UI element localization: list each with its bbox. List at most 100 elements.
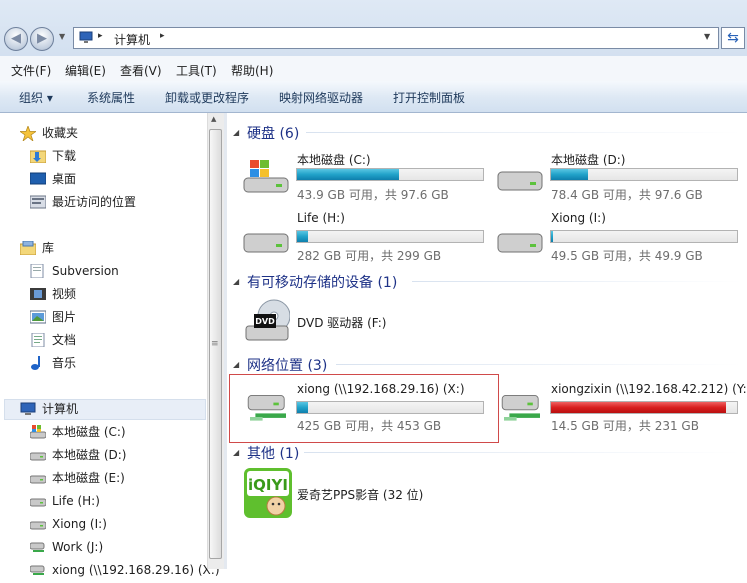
video-icon (30, 287, 46, 301)
drive-i-usage-bar (550, 230, 738, 243)
windows-drive-icon (243, 160, 289, 193)
nav-item-label: 本地磁盘 (E:) (52, 471, 125, 485)
nav-item-label: 本地磁盘 (C:) (52, 425, 126, 439)
recent-pages-dropdown-icon[interactable]: ▼ (59, 32, 65, 41)
nav-libraries[interactable]: 库 (19, 238, 54, 258)
nav-drive-d[interactable]: 本地磁盘 (D:) (29, 445, 127, 465)
nav-item-documents[interactable]: 文档 (31, 330, 76, 350)
dvd-drive-name: DVD 驱动器 (F:) (297, 316, 387, 330)
drive-d-name: 本地磁盘 (D:) (551, 153, 626, 167)
scrollbar-grip-icon: ≡ (211, 339, 219, 349)
menu-file[interactable]: 文件(F) (11, 62, 51, 79)
address-path-label[interactable]: 计算机 (114, 31, 150, 48)
collapse-arrow-icon[interactable]: ◢ (233, 277, 239, 286)
nav-drive-h[interactable]: Life (H:) (29, 491, 100, 511)
nav-item-label: 音乐 (52, 356, 77, 370)
address-bar-region: ◀ ▶ ▼ ▸ 计算机 ▸ ▼ ⇆ (0, 0, 747, 56)
drive-d-usage-bar (550, 168, 738, 181)
drive-h-space-text: 282 GB 可用，共 299 GB (297, 249, 442, 263)
library-icon (19, 240, 37, 256)
nav-drive-e[interactable]: 本地磁盘 (E:) (29, 468, 125, 488)
address-field[interactable]: ▸ 计算机 ▸ ▼ (73, 27, 719, 49)
nav-item-desktop[interactable]: 桌面 (29, 169, 77, 189)
drive-c-name: 本地磁盘 (C:) (297, 153, 371, 167)
nav-item-label: 本地磁盘 (D:) (52, 448, 127, 462)
map-network-drive-button[interactable]: 映射网络驱动器 (279, 89, 363, 106)
menu-bar: 文件(F) 编辑(E) 查看(V) 工具(T) 帮助(H) (0, 56, 747, 81)
nav-item-pictures[interactable]: 图片 (29, 307, 76, 327)
nav-item-label: 视频 (52, 287, 77, 301)
nav-drive-j[interactable]: Work (J:) (29, 537, 103, 557)
forward-button[interactable]: ▶ (30, 27, 54, 51)
desktop-icon (29, 172, 47, 186)
group-divider (412, 281, 742, 282)
collapse-arrow-icon[interactable]: ◢ (233, 128, 239, 137)
menu-tools[interactable]: 工具(T) (176, 62, 217, 79)
hard-drive-icon (243, 233, 289, 253)
address-path-chevron-icon[interactable]: ▸ (160, 31, 165, 41)
open-control-panel-button[interactable]: 打开控制面板 (393, 89, 465, 106)
system-properties-button[interactable]: 系统属性 (87, 89, 135, 106)
nav-item-music[interactable]: 音乐 (31, 353, 77, 373)
drive-i-space-text: 49.5 GB 可用，共 49.9 GB (551, 249, 703, 263)
network-drive-icon (29, 563, 46, 577)
hard-drive-icon (29, 448, 47, 462)
nav-computer[interactable]: 计算机 (20, 399, 78, 419)
group-title-other[interactable]: 其他 (1) (247, 443, 299, 463)
nav-favorites[interactable]: 收藏夹 (18, 123, 79, 143)
usage-fill (551, 231, 553, 242)
group-title-removable[interactable]: 有可移动存储的设备 (1) (247, 272, 397, 292)
iqiyi-logo-text: iQIYI (248, 476, 288, 494)
documents-icon (30, 332, 46, 348)
menu-view[interactable]: 查看(V) (120, 62, 162, 79)
nav-item-recent-places[interactable]: 最近访问的位置 (29, 192, 137, 212)
subversion-library-icon (30, 263, 46, 279)
dvd-drive-icon: DVD (245, 299, 290, 341)
nav-drive-i[interactable]: Xiong (I:) (29, 514, 107, 534)
iqiyi-logo-icon: iQIYI (244, 468, 292, 518)
drive-c-space-text: 43.9 GB 可用，共 97.6 GB (297, 188, 449, 202)
network-drive-y-space-text: 14.5 GB 可用，共 231 GB (551, 419, 699, 433)
usage-fill (297, 169, 400, 180)
nav-drive-x[interactable]: xiong (\\192.168.29.16) (X:) (29, 560, 220, 580)
nav-item-videos[interactable]: 视频 (30, 284, 77, 304)
group-title-hard-disks[interactable]: 硬盘 (6) (247, 123, 299, 143)
uninstall-program-button[interactable]: 卸载或更改程序 (165, 89, 249, 106)
address-dropdown-icon[interactable]: ▼ (704, 32, 710, 41)
nav-item-label: 桌面 (52, 172, 77, 186)
music-note-icon (30, 356, 46, 370)
nav-drive-c[interactable]: 本地磁盘 (C:) (29, 422, 126, 442)
iqiyi-app-name: 爱奇艺PPS影音 (32 位) (297, 488, 424, 502)
nav-item-label: Xiong (I:) (52, 517, 107, 531)
hard-drive-icon (29, 494, 47, 508)
drive-i-name: Xiong (I:) (551, 211, 606, 225)
computer-icon (20, 402, 36, 416)
scroll-up-icon[interactable]: ▲ (211, 115, 216, 123)
nav-favorites-label: 收藏夹 (42, 126, 79, 140)
hard-drive-icon (497, 233, 543, 253)
organize-button[interactable]: 组织 ▾ (19, 89, 53, 106)
nav-item-subversion[interactable]: Subversion (30, 261, 119, 281)
recent-places-icon (29, 195, 47, 209)
usage-fill (551, 169, 589, 180)
menu-help[interactable]: 帮助(H) (231, 62, 273, 79)
refresh-icon[interactable]: ⇆ (721, 27, 745, 49)
nav-item-label: Subversion (52, 264, 119, 278)
network-drive-x-space-text: 425 GB 可用，共 453 GB (297, 419, 442, 433)
group-divider (336, 364, 742, 365)
hard-drive-icon (29, 471, 47, 485)
network-drive-y-usage-bar (550, 401, 738, 414)
network-drive-x-name: xiong (\\192.168.29.16) (X:) (297, 382, 465, 396)
group-divider (304, 452, 742, 453)
group-title-network[interactable]: 网络位置 (3) (247, 355, 327, 375)
back-button[interactable]: ◀ (4, 27, 28, 51)
drive-h-name: Life (H:) (297, 211, 345, 225)
collapse-arrow-icon[interactable]: ◢ (233, 448, 239, 457)
collapse-arrow-icon[interactable]: ◢ (233, 360, 239, 369)
usage-fill (297, 231, 309, 242)
menu-edit[interactable]: 编辑(E) (65, 62, 106, 79)
nav-item-downloads[interactable]: 下载 (29, 146, 76, 166)
network-drive-x-usage-bar (296, 401, 484, 414)
nav-item-label: 最近访问的位置 (52, 195, 137, 209)
network-drive-y-name: xiongzixin (\\192.168.42.212) (Y:) (551, 382, 747, 396)
